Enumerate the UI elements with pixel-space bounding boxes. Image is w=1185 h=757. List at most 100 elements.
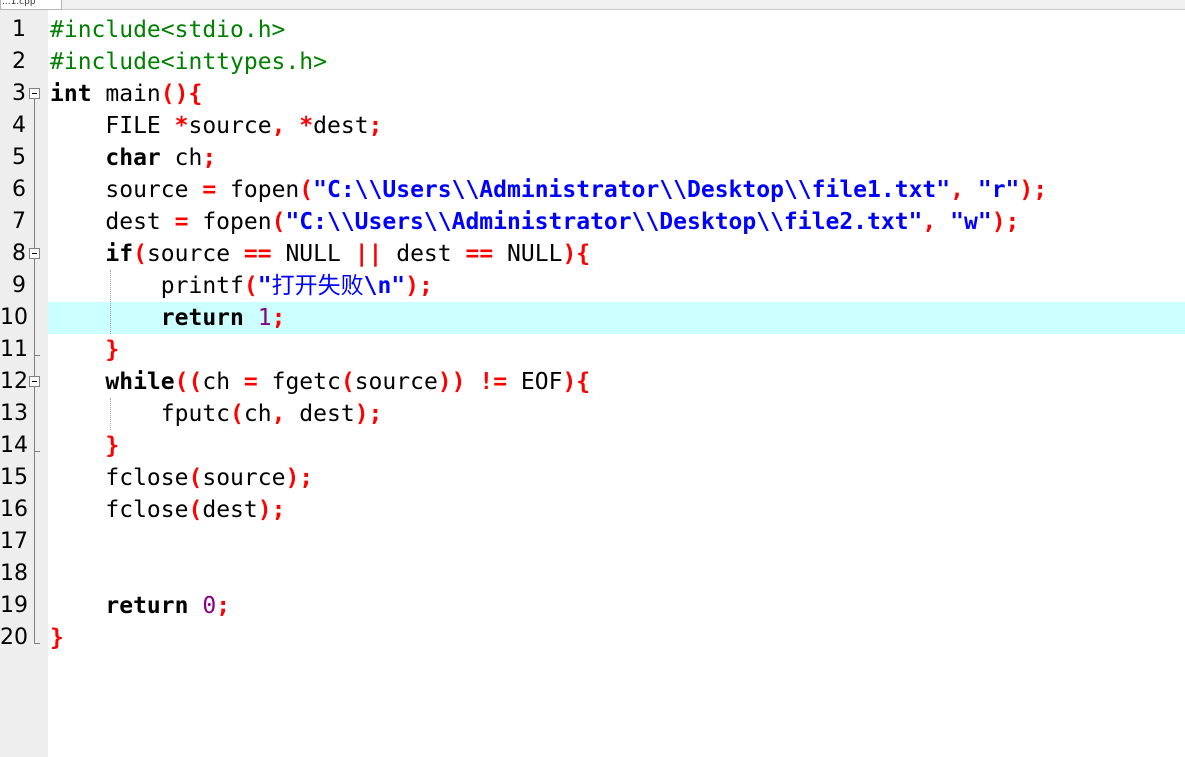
identifier: NULL [271, 241, 355, 267]
operator: )) [437, 369, 466, 395]
identifier: EOF [507, 369, 563, 395]
operator: , [271, 401, 286, 427]
line-number: 11 [0, 337, 28, 362]
line-number: 2 [12, 49, 26, 74]
operator: , [950, 177, 964, 203]
identifier: dest [285, 401, 355, 427]
identifier: dest [50, 209, 175, 235]
operator: = [174, 209, 189, 235]
identifier: dest [382, 241, 466, 267]
operator: = [202, 177, 217, 203]
identifier: fputc [50, 401, 231, 427]
line-number: 3 [12, 81, 26, 106]
code-line-8: if(source == NULL || dest == NULL){ [50, 238, 590, 270]
identifier: fgetc [257, 369, 341, 395]
operator: ; [271, 305, 286, 331]
operator: ); [405, 273, 433, 299]
operator: ; [216, 593, 231, 619]
code-line-7: dest = fopen("C:\\Users\\Administrator\\… [50, 206, 1019, 238]
string-literal: "r" [977, 177, 1020, 203]
identifier: source [188, 113, 272, 139]
fold-if-icon[interactable] [29, 248, 40, 259]
line-number: 6 [12, 177, 26, 202]
code-line-2: #include<inttypes.h> [50, 46, 327, 78]
line-number: 19 [0, 593, 28, 618]
line-number: 20 [0, 625, 28, 650]
identifier: ch [160, 145, 203, 171]
keyword: int [50, 81, 92, 107]
string-literal: \n" [363, 273, 406, 299]
string-literal: " [257, 273, 272, 299]
string-literal: "C:\\Users\\Administrator\\Desktop\\file… [313, 177, 951, 203]
operator: ( [271, 209, 286, 235]
fold-end-marker [34, 355, 40, 356]
identifier: fclose [50, 497, 189, 523]
operator: ); [257, 497, 286, 523]
line-number: 13 [0, 401, 28, 426]
line-number: 14 [0, 433, 28, 458]
operator: ); [354, 401, 383, 427]
tab-bar: ...1.cpp [0, 0, 1185, 10]
operator: ){ [562, 241, 591, 267]
string-literal: "w" [950, 209, 992, 235]
line-number: 18 [0, 561, 28, 586]
operator: , [922, 209, 937, 235]
operator: ( [340, 369, 355, 395]
operator: ( [230, 401, 244, 427]
line-number: 4 [12, 113, 26, 138]
operator: ( [188, 465, 203, 491]
line-number: 8 [12, 241, 26, 266]
operator: != [479, 369, 508, 395]
fold-main-icon[interactable] [29, 88, 40, 99]
line-number-gutter: 1 2 3 4 5 6 7 8 9 10 11 12 13 14 15 16 1… [0, 10, 48, 757]
line-number: 12 [0, 369, 28, 394]
identifier: fopen [188, 209, 272, 235]
identifier: fclose [50, 465, 189, 491]
code-line-15: fclose(source); [50, 462, 313, 494]
operator: ( [188, 497, 203, 523]
identifier: ch [202, 369, 244, 395]
identifier: dest [202, 497, 258, 523]
fold-end-marker [34, 451, 40, 452]
identifier: source [354, 369, 438, 395]
code-line-9: printf("打开失败\n"); [50, 270, 433, 302]
identifier: NULL [493, 241, 563, 267]
operator: == [243, 241, 272, 267]
code-line-16: fclose(dest); [50, 494, 285, 526]
string-literal: 打开失败 [271, 273, 364, 299]
fold-line [34, 99, 35, 643]
line-number: 15 [0, 465, 28, 490]
code-line-13: fputc(ch, dest); [50, 398, 383, 430]
code-line-4: FILE *source, *dest; [50, 110, 382, 142]
identifier: printf [50, 273, 244, 299]
identifier: fopen [216, 177, 300, 203]
operator: ); [1019, 177, 1048, 203]
identifier: dest [313, 113, 369, 139]
file-tab[interactable]: ...1.cpp [0, 0, 62, 10]
preprocessor: #include<inttypes.h> [50, 49, 327, 75]
code-editor[interactable]: #include<stdio.h> #include<inttypes.h> i… [48, 14, 1185, 757]
fold-while-icon[interactable] [29, 376, 40, 387]
operator: * [174, 113, 189, 139]
line-number: 5 [12, 145, 26, 170]
preprocessor: #include<stdio.h> [50, 17, 286, 43]
operator: == [465, 241, 494, 267]
keyword: while [105, 369, 175, 395]
operator: , [271, 113, 286, 139]
identifier: source [50, 177, 203, 203]
operator: ); [991, 209, 1020, 235]
code-line-14: } [50, 430, 119, 462]
keyword: return [160, 305, 244, 331]
operator: ( [133, 241, 147, 267]
code-line-1: #include<stdio.h> [50, 14, 285, 46]
